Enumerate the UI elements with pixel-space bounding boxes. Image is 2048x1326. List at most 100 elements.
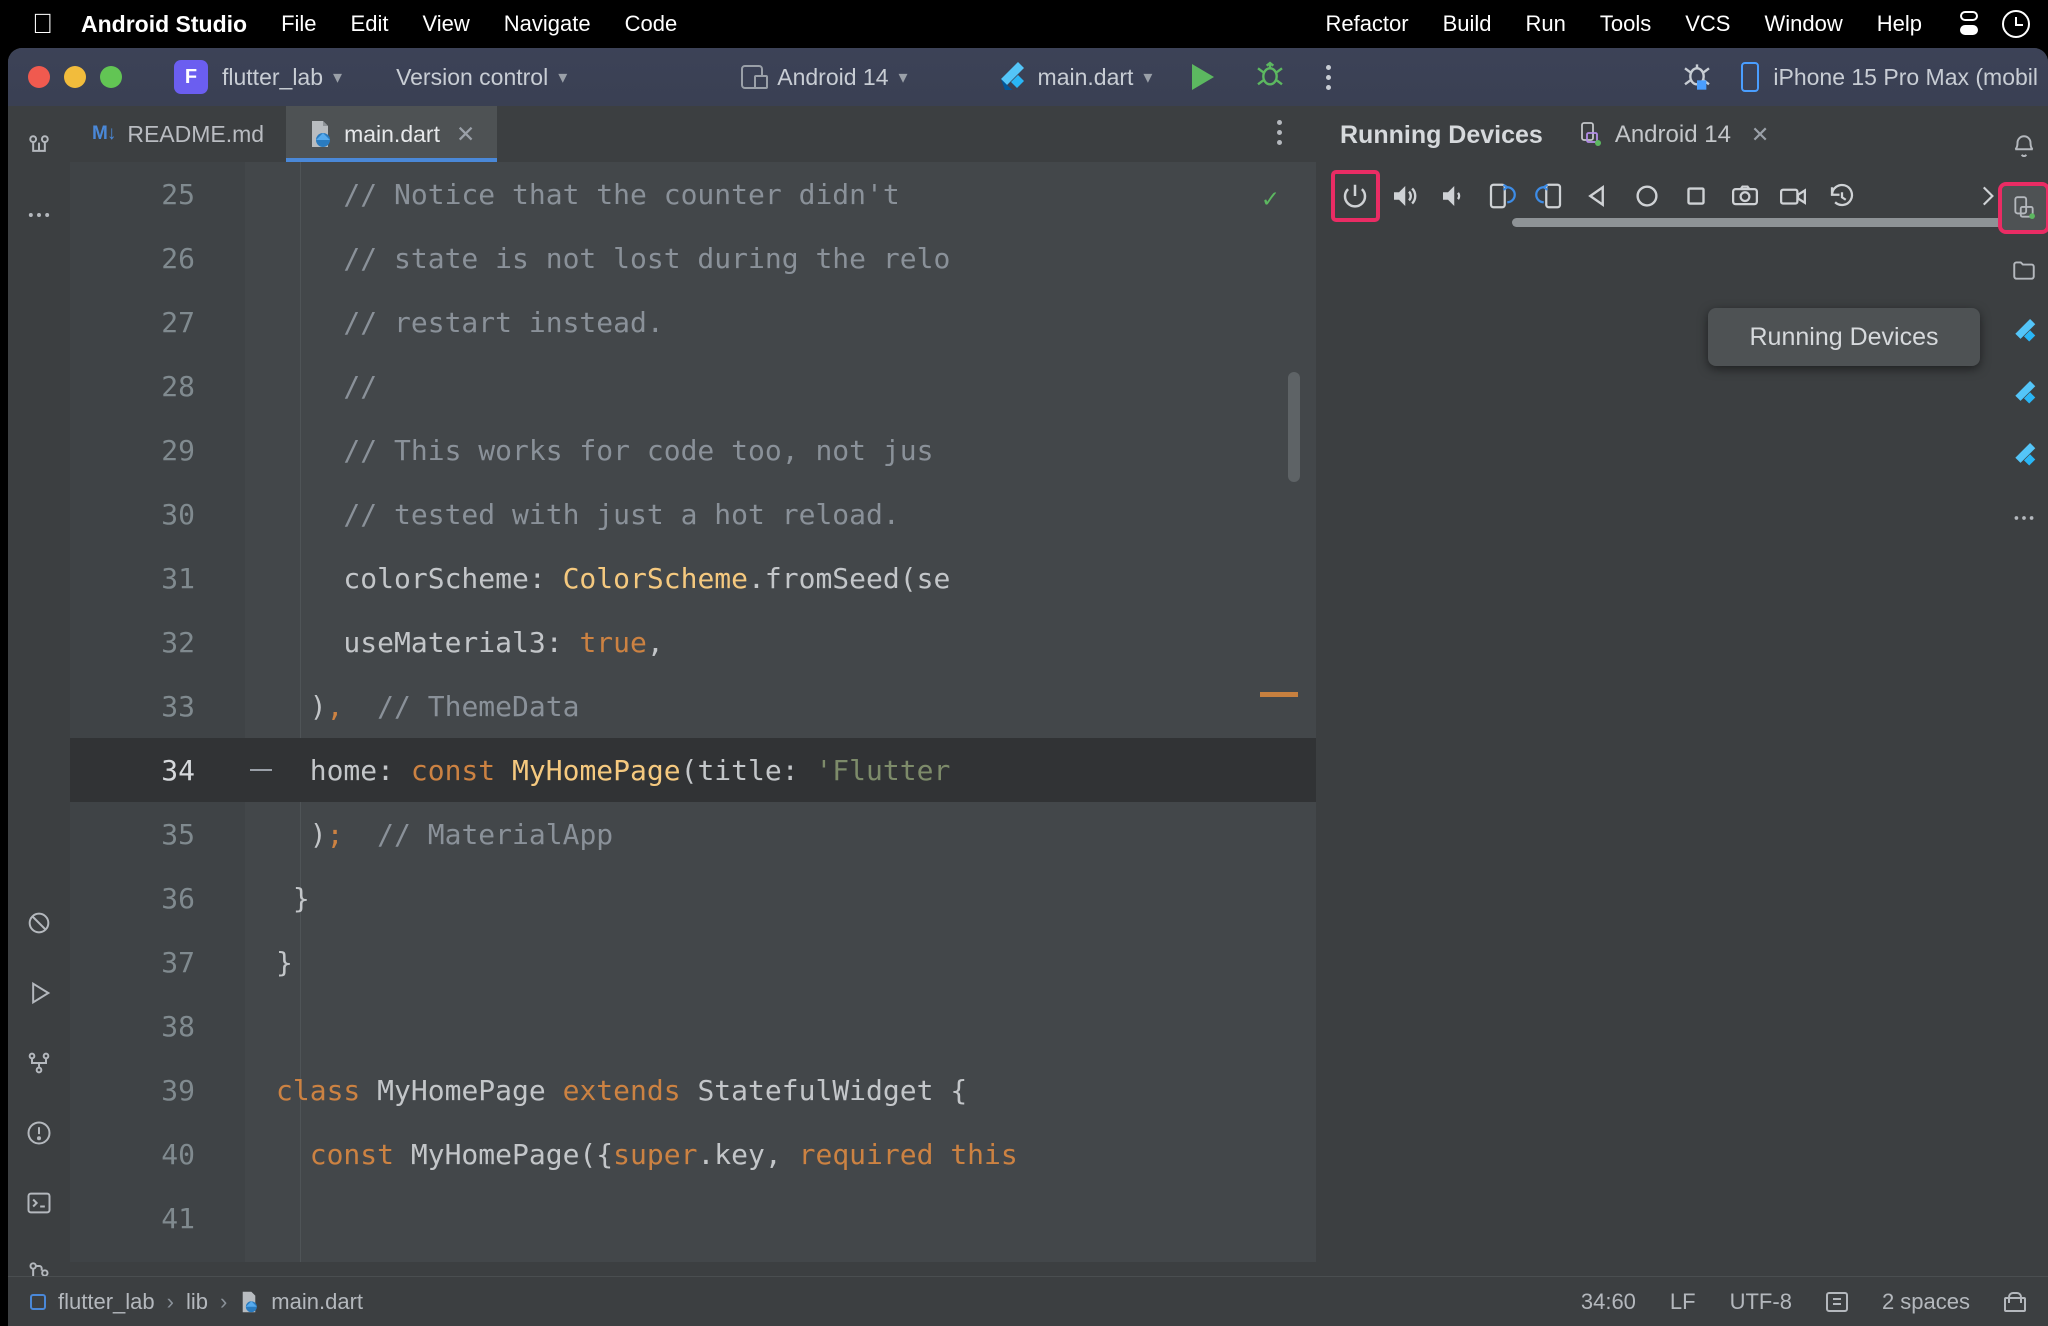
- control-center-icon[interactable]: [1956, 11, 1982, 37]
- run-configuration-selector[interactable]: main.dart ▾: [988, 62, 1152, 92]
- device-target-selector[interactable]: Android 14 ▾: [737, 64, 908, 91]
- close-icon[interactable]: ✕: [1751, 122, 1769, 148]
- code-line[interactable]: 25 // Notice that the counter didn't: [70, 162, 1316, 226]
- menu-navigate[interactable]: Navigate: [504, 11, 591, 37]
- code-line[interactable]: 33 ), // ThemeData: [70, 674, 1316, 738]
- menu-view[interactable]: View: [422, 11, 469, 37]
- code-line[interactable]: 41: [70, 1186, 1316, 1250]
- code-line[interactable]: 40 const MyHomePage({super.key, required…: [70, 1122, 1316, 1186]
- profiler-icon[interactable]: [22, 1046, 56, 1080]
- volume-up-icon[interactable]: [1383, 173, 1426, 219]
- menu-vcs[interactable]: VCS: [1685, 11, 1730, 37]
- code-line[interactable]: 27 // restart instead.: [70, 290, 1316, 354]
- android-device-icon: [1579, 122, 1603, 148]
- tab-main-dart[interactable]: main.dart ✕: [286, 106, 498, 162]
- toolbar-right-group: iPhone 15 Pro Max (mobil: [1681, 59, 2038, 96]
- breadcrumb-file[interactable]: main.dart: [271, 1289, 363, 1315]
- breadcrumb-project[interactable]: flutter_lab: [58, 1289, 155, 1315]
- menu-window[interactable]: Window: [1765, 11, 1843, 37]
- menu-run[interactable]: Run: [1526, 11, 1566, 37]
- rotate-history-icon[interactable]: [1821, 173, 1864, 219]
- markdown-icon: M↓: [92, 123, 116, 144]
- line-ending[interactable]: LF: [1670, 1289, 1696, 1315]
- menu-code[interactable]: Code: [625, 11, 678, 37]
- close-icon[interactable]: ✕: [456, 121, 475, 148]
- project-structure-icon[interactable]: [22, 128, 56, 162]
- code-text: ), // ThemeData: [276, 689, 580, 723]
- menu-android-studio[interactable]: Android Studio: [81, 11, 247, 38]
- no-commits-icon[interactable]: [22, 906, 56, 940]
- code-text: home: const MyHomePage(title: 'Flutter: [276, 753, 951, 787]
- caret-position[interactable]: 34:60: [1581, 1289, 1636, 1315]
- screen-record-icon[interactable]: [1772, 173, 1815, 219]
- problems-icon[interactable]: [22, 1116, 56, 1150]
- screenshot-camera-icon[interactable]: [1723, 173, 1766, 219]
- run-icon[interactable]: [1192, 64, 1215, 90]
- clock-icon[interactable]: [2002, 10, 2030, 38]
- menu-tools[interactable]: Tools: [1600, 11, 1651, 37]
- panel-scrollbar[interactable]: [1512, 218, 2012, 227]
- code-line[interactable]: 28 //: [70, 354, 1316, 418]
- code-line[interactable]: 38: [70, 994, 1316, 1058]
- running-devices-icon[interactable]: [1998, 182, 2048, 234]
- run-config-label: main.dart: [1037, 63, 1134, 90]
- project-name-label: flutter_lab: [222, 63, 324, 90]
- encoding[interactable]: UTF-8: [1730, 1289, 1792, 1315]
- debug-icon[interactable]: [1254, 59, 1286, 96]
- rotate-left-icon[interactable]: [1480, 173, 1523, 219]
- bottom-status-bar: flutter_lab › lib › main.dart 34:60 LF U…: [8, 1276, 2048, 1326]
- menu-help[interactable]: Help: [1877, 11, 1922, 37]
- editor-options-icon[interactable]: [1277, 120, 1282, 145]
- code-line[interactable]: 35 ); // MaterialApp: [70, 802, 1316, 866]
- menu-build[interactable]: Build: [1443, 11, 1492, 37]
- version-control-selector[interactable]: Version control ▾: [382, 64, 567, 91]
- overview-square-icon[interactable]: [1675, 173, 1718, 219]
- left-tool-rail: [8, 106, 70, 1326]
- code-line[interactable]: 26 // state is not lost during the relo: [70, 226, 1316, 290]
- terminal-icon[interactable]: [22, 1186, 56, 1220]
- flutter-outline-icon[interactable]: [2002, 310, 2046, 354]
- project-selector[interactable]: flutter_lab ▾: [208, 64, 342, 91]
- debug-icon-secondary[interactable]: [1681, 59, 1713, 96]
- menu-file[interactable]: File: [281, 11, 316, 37]
- breadcrumb-lib[interactable]: lib: [186, 1289, 208, 1315]
- more-vertical-icon[interactable]: [1326, 64, 1332, 90]
- code-line[interactable]: 29 // This works for code too, not jus: [70, 418, 1316, 482]
- editor-scrollbar[interactable]: [1288, 372, 1300, 482]
- more-horizontal-icon[interactable]: [2002, 496, 2046, 540]
- home-icon[interactable]: [1626, 173, 1669, 219]
- indent-setting[interactable]: 2 spaces: [1882, 1289, 1970, 1315]
- close-window-button[interactable]: [28, 66, 50, 88]
- folder-icon[interactable]: [2002, 248, 2046, 292]
- rotate-right-icon[interactable]: [1529, 173, 1572, 219]
- code-line[interactable]: 39 class MyHomePage extends StatefulWidge…: [70, 1058, 1316, 1122]
- back-icon[interactable]: [1577, 173, 1620, 219]
- menu-refactor[interactable]: Refactor: [1325, 11, 1408, 37]
- power-icon[interactable]: [1331, 170, 1380, 222]
- notifications-bell-icon[interactable]: [2002, 124, 2046, 168]
- code-line[interactable]: 42 // This widget is the home page of yo…: [70, 1250, 1316, 1262]
- code-fold-marker[interactable]: [250, 769, 272, 771]
- read-only-lock-icon[interactable]: [2004, 1291, 2026, 1312]
- ios-device-selector[interactable]: iPhone 15 Pro Max (mobil: [1741, 62, 2038, 92]
- soft-wrap-icon[interactable]: [1825, 1291, 1848, 1312]
- code-editor[interactable]: 25 // Notice that the counter didn't 26 …: [70, 162, 1316, 1262]
- apple-logo-icon[interactable]: : [32, 10, 53, 38]
- run-panel-icon[interactable]: [22, 976, 56, 1010]
- code-line[interactable]: 37}: [70, 930, 1316, 994]
- minimize-window-button[interactable]: [64, 66, 86, 88]
- code-line[interactable]: 30 // tested with just a hot reload.: [70, 482, 1316, 546]
- device-tab-android-14[interactable]: Android 14 ✕: [1579, 121, 1769, 149]
- tab-readme[interactable]: M↓ README.md: [70, 106, 286, 162]
- code-line[interactable]: 34 home: const MyHomePage(title: 'Flutte…: [70, 738, 1316, 802]
- maximize-window-button[interactable]: [100, 66, 122, 88]
- code-line[interactable]: 36 }: [70, 866, 1316, 930]
- menu-edit[interactable]: Edit: [351, 11, 389, 37]
- flutter-performance-icon[interactable]: [2002, 372, 2046, 416]
- code-line[interactable]: 31 colorScheme: ColorScheme.fromSeed(se: [70, 546, 1316, 610]
- breadcrumb-separator: ›: [219, 1288, 228, 1314]
- more-horizontal-icon[interactable]: [22, 198, 56, 232]
- volume-down-icon[interactable]: [1431, 173, 1474, 219]
- code-line[interactable]: 32 useMaterial3: true,: [70, 610, 1316, 674]
- flutter-inspector-icon[interactable]: [2002, 434, 2046, 478]
